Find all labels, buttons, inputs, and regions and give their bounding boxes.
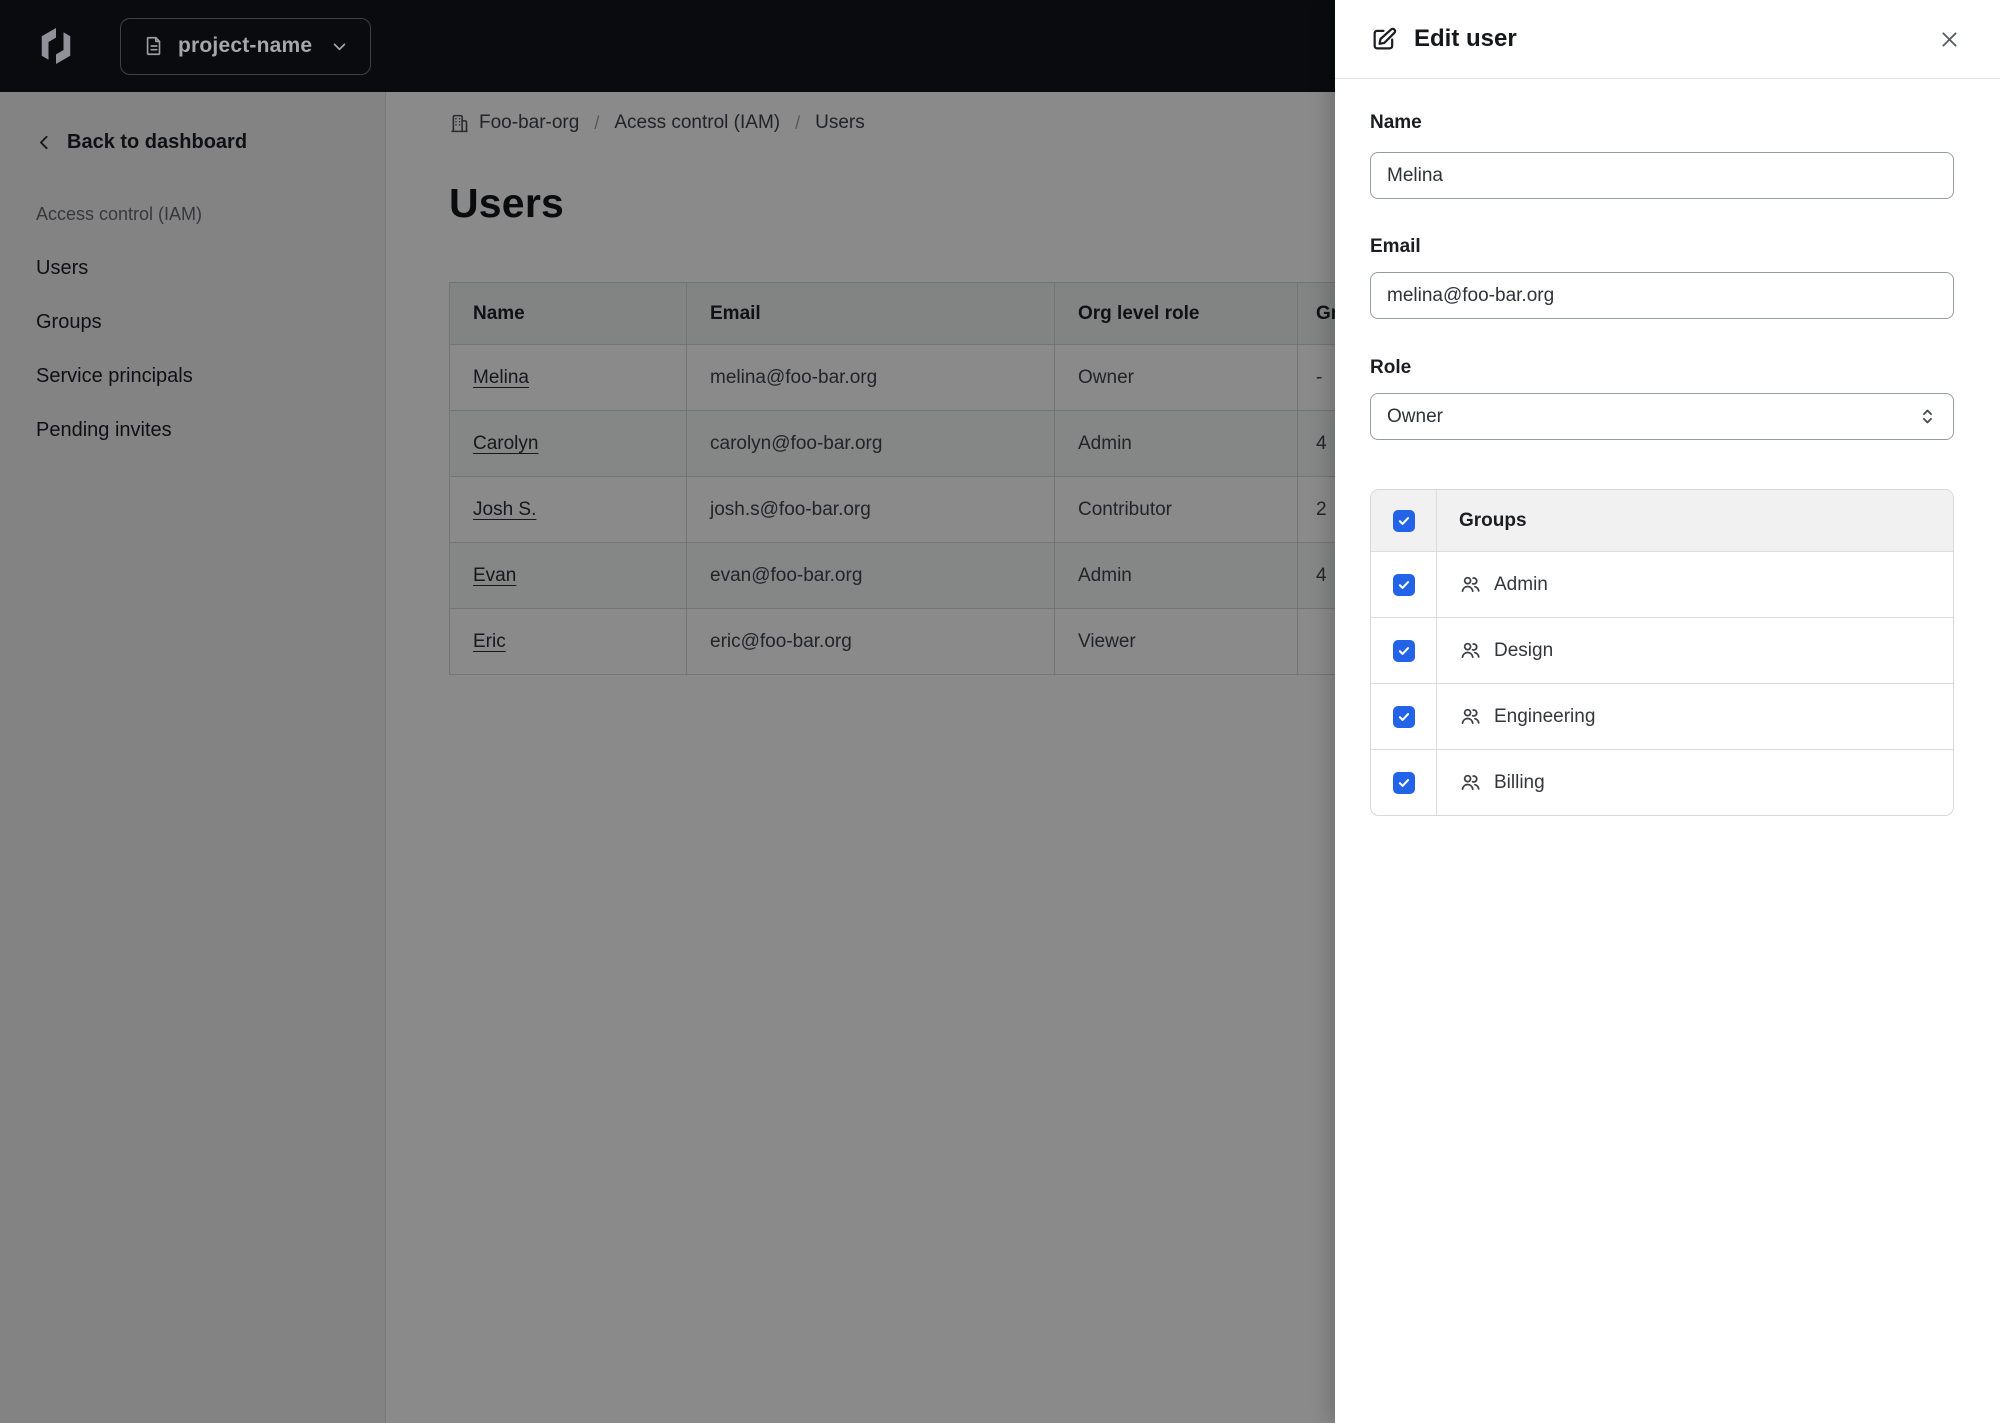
group-design-checkbox[interactable] bbox=[1392, 639, 1415, 662]
group-engineering-checkbox[interactable] bbox=[1392, 705, 1415, 728]
chevron-down-icon bbox=[333, 43, 346, 50]
drawer-header: Edit user bbox=[1335, 0, 2000, 79]
users-group-icon bbox=[1461, 774, 1480, 791]
group-checkcell bbox=[1371, 552, 1437, 617]
group-billing-checkbox[interactable] bbox=[1392, 771, 1415, 794]
project-name-label: project-name bbox=[178, 34, 313, 57]
hashicorp-logo bbox=[41, 28, 71, 64]
email-field-label: Email bbox=[1370, 236, 1421, 257]
name-field-label: Name bbox=[1370, 112, 1422, 133]
name-field[interactable] bbox=[1370, 152, 1954, 199]
groups-panel: Groups Admin Design Engineering Billing bbox=[1370, 489, 1954, 816]
group-admin-checkbox[interactable] bbox=[1392, 573, 1415, 596]
group-row-billing: Billing bbox=[1371, 749, 1953, 815]
edit-pencil-icon bbox=[1373, 27, 1397, 50]
project-switcher-button[interactable]: project-name bbox=[120, 17, 372, 75]
group-row-design: Design bbox=[1371, 617, 1953, 683]
groups-panel-header-label: Groups bbox=[1459, 509, 1527, 531]
group-label: Admin bbox=[1494, 573, 1548, 595]
close-button[interactable] bbox=[1934, 24, 1964, 54]
edit-user-drawer: Edit user Name Email Role Owner bbox=[1335, 0, 2000, 1423]
group-label: Billing bbox=[1494, 771, 1545, 793]
role-select-value: Owner bbox=[1387, 405, 1443, 427]
group-checkcell bbox=[1371, 684, 1437, 749]
group-checkcell bbox=[1371, 750, 1437, 815]
checkbox-check-icon bbox=[1398, 712, 1409, 721]
checkbox-check-icon bbox=[1398, 516, 1409, 525]
group-row-admin: Admin bbox=[1371, 551, 1953, 617]
groups-select-all-checkbox[interactable] bbox=[1392, 509, 1415, 532]
group-label: Design bbox=[1494, 639, 1554, 661]
users-group-icon bbox=[1461, 642, 1480, 659]
select-stepper-icon bbox=[1923, 409, 1932, 424]
group-checkcell bbox=[1371, 618, 1437, 683]
document-icon bbox=[146, 36, 161, 56]
checkbox-check-icon bbox=[1398, 778, 1409, 787]
close-icon bbox=[1941, 31, 1957, 47]
modal-overlay-scrim[interactable] bbox=[0, 92, 1335, 1423]
group-label: Engineering bbox=[1494, 705, 1596, 727]
role-field-label: Role bbox=[1370, 357, 1412, 378]
checkbox-check-icon bbox=[1398, 580, 1409, 589]
users-group-icon bbox=[1461, 708, 1480, 725]
email-field[interactable] bbox=[1370, 272, 1954, 319]
groups-header-checkcell bbox=[1371, 490, 1437, 551]
drawer-title: Edit user bbox=[1414, 25, 1517, 52]
checkbox-check-icon bbox=[1398, 646, 1409, 655]
drawer-body: Name Email Role Owner Groups bbox=[1335, 112, 2000, 816]
users-group-icon bbox=[1461, 576, 1480, 593]
groups-panel-header-row: Groups bbox=[1371, 490, 1953, 551]
role-select[interactable]: Owner bbox=[1370, 393, 1954, 440]
group-row-engineering: Engineering bbox=[1371, 683, 1953, 749]
